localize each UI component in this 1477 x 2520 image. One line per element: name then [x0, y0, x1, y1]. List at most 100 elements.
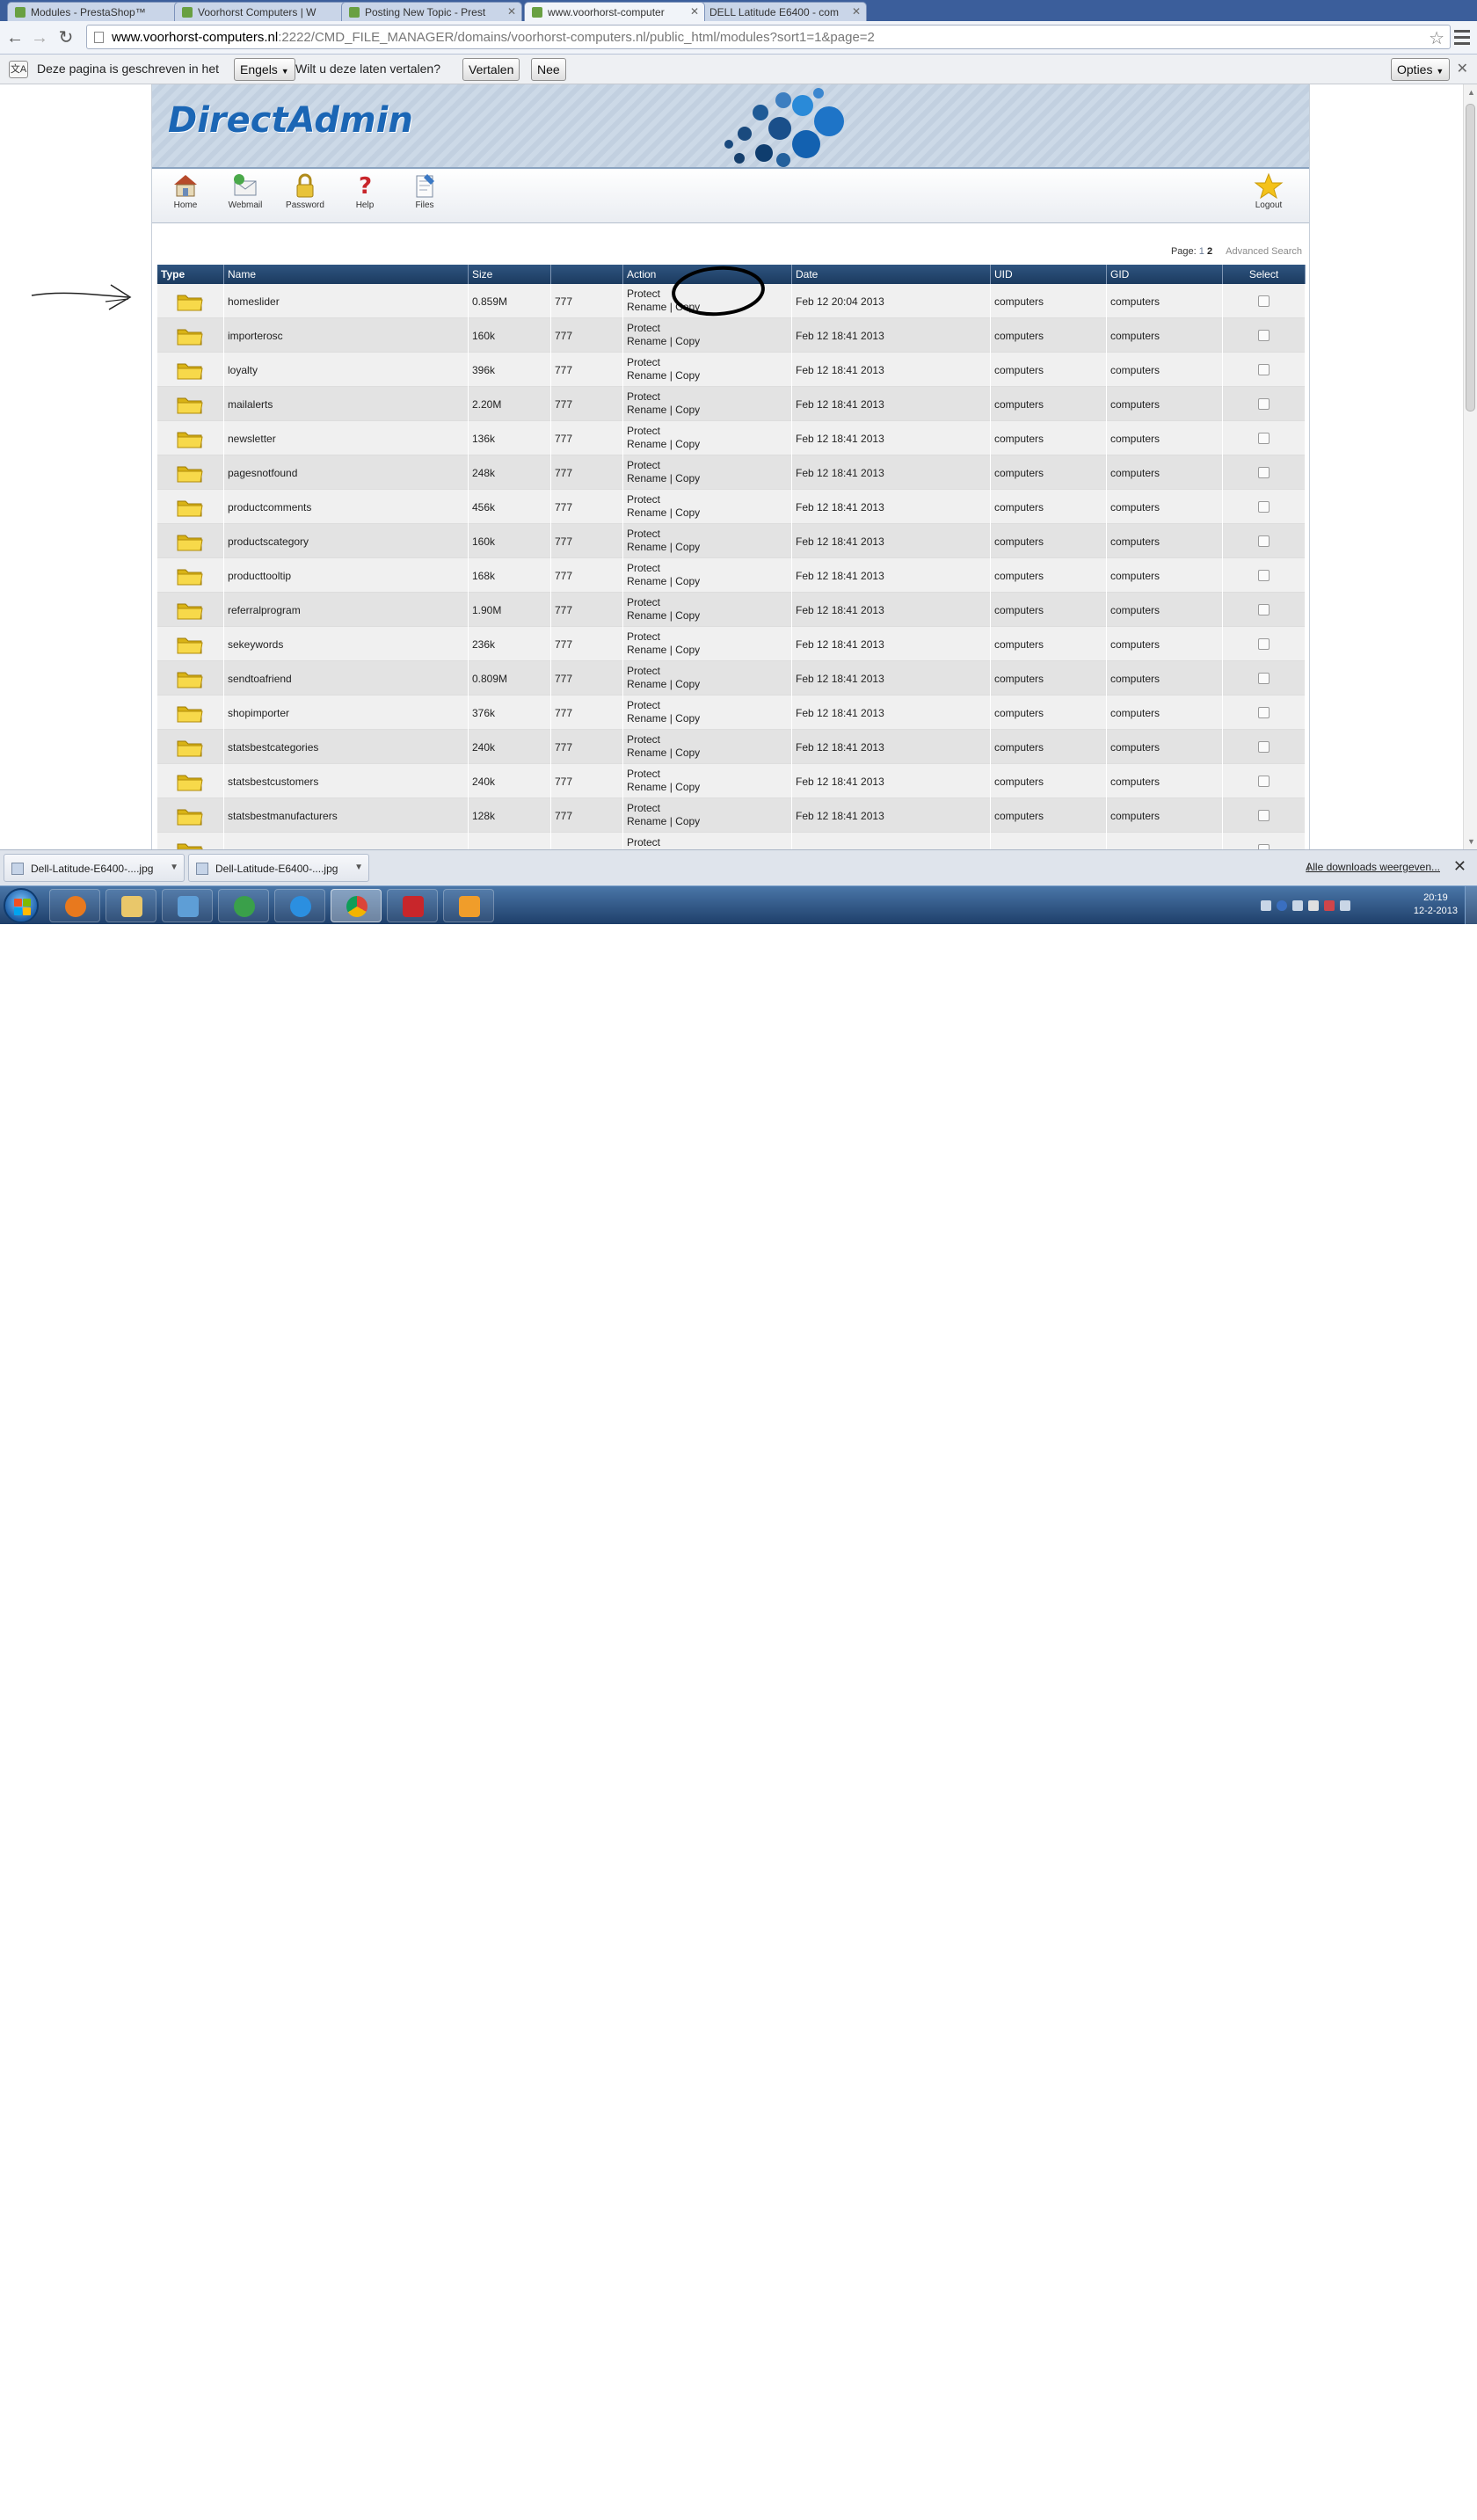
rename-link[interactable]: Rename: [627, 404, 666, 416]
table-row[interactable]: sendtoafriend 0.809M 777 Protect Rename | Co…: [157, 661, 1306, 696]
protect-link[interactable]: Protect: [627, 665, 660, 677]
taskbar-clock[interactable]: 20:19 12-2-2013: [1414, 892, 1458, 918]
scroll-thumb[interactable]: [1466, 104, 1475, 412]
permission-link[interactable]: 777: [555, 570, 572, 582]
show-desktop-button[interactable]: [1465, 886, 1477, 925]
protect-link[interactable]: Protect: [627, 356, 660, 368]
select-checkbox[interactable]: [1258, 295, 1270, 307]
rename-link[interactable]: Rename: [627, 438, 666, 450]
rename-link[interactable]: Rename: [627, 575, 666, 587]
column-header[interactable]: GID: [1107, 265, 1223, 284]
bookmark-star-icon[interactable]: ☆: [1429, 27, 1444, 49]
file-name-link[interactable]: mailalerts: [228, 398, 273, 411]
permission-link[interactable]: 777: [555, 535, 572, 548]
internet-explorer-icon[interactable]: [274, 889, 325, 922]
copy-link[interactable]: Copy: [675, 644, 700, 656]
outlook-icon[interactable]: [443, 889, 494, 922]
rename-link[interactable]: Rename: [627, 472, 666, 484]
tray-network-icon[interactable]: [1340, 900, 1350, 911]
browser-tab[interactable]: Modules - PrestaShop™✕: [7, 2, 188, 21]
select-checkbox[interactable]: [1258, 364, 1270, 375]
close-tab-icon[interactable]: ✕: [507, 5, 516, 18]
select-checkbox[interactable]: [1258, 570, 1270, 581]
browser-tab[interactable]: Voorhorst Computers | W✕: [174, 2, 355, 21]
protect-link[interactable]: Protect: [627, 493, 660, 506]
download-item[interactable]: Dell-Latitude-E6400-....jpg ▼: [4, 854, 185, 882]
file-name-link[interactable]: shopimporter: [228, 707, 289, 719]
table-row[interactable]: referralprogram 1.90M 777 Protect Rename | C…: [157, 593, 1306, 627]
file-name-link[interactable]: loyalty: [228, 364, 258, 376]
media-player-icon[interactable]: [49, 889, 100, 922]
table-row[interactable]: shopimporter 376k 777 Protect Rename | Copy F…: [157, 696, 1306, 730]
select-checkbox[interactable]: [1258, 741, 1270, 753]
file-name-link[interactable]: sendtoafriend: [228, 673, 292, 685]
copy-link[interactable]: Copy: [675, 472, 700, 484]
file-name-link[interactable]: pagesnotfound: [228, 467, 297, 479]
file-name-link[interactable]: productscategory: [228, 535, 309, 548]
permission-link[interactable]: 777: [555, 398, 572, 411]
table-row[interactable]: mailalerts 2.20M 777 Protect Rename | Copy Fe…: [157, 387, 1306, 421]
file-name-link[interactable]: productcomments: [228, 501, 311, 513]
permission-link[interactable]: 777: [555, 364, 572, 376]
permission-link[interactable]: 777: [555, 330, 572, 342]
nav-home[interactable]: Home: [159, 172, 212, 210]
no-translate-button[interactable]: Nee: [531, 58, 566, 81]
network-icon[interactable]: [162, 889, 213, 922]
file-name-link[interactable]: newsletter: [228, 433, 276, 445]
protect-link[interactable]: Protect: [627, 733, 660, 746]
permission-link[interactable]: 777: [555, 433, 572, 445]
start-button-icon[interactable]: [4, 888, 39, 923]
select-checkbox[interactable]: [1258, 501, 1270, 513]
select-checkbox[interactable]: [1258, 776, 1270, 787]
browser-tab[interactable]: www.voorhorst-computer ✕: [524, 2, 705, 21]
permission-link[interactable]: 777: [555, 673, 572, 685]
translate-button[interactable]: Vertalen: [462, 58, 520, 81]
copy-link[interactable]: Copy: [675, 678, 700, 690]
copy-link[interactable]: Copy: [675, 335, 700, 347]
protect-link[interactable]: Protect: [627, 528, 660, 540]
rename-link[interactable]: Rename: [627, 747, 666, 759]
table-row[interactable]: statsbestcategories 240k 777 Protect Rename …: [157, 730, 1306, 764]
select-checkbox[interactable]: [1258, 330, 1270, 341]
permission-link[interactable]: 777: [555, 295, 572, 308]
table-row[interactable]: sekeywords 236k 777 Protect Rename | Copy Feb…: [157, 627, 1306, 661]
copy-link[interactable]: Copy: [675, 438, 700, 450]
protect-link[interactable]: Protect: [627, 425, 660, 437]
dropdown-arrow-icon[interactable]: ▼: [354, 863, 363, 872]
nav-help[interactable]: ? Help: [338, 172, 391, 210]
table-row[interactable]: statsbestcustomers 240k 777 Protect Rename |…: [157, 764, 1306, 798]
scroll-up-icon[interactable]: ▲: [1467, 88, 1475, 97]
download-item[interactable]: Dell-Latitude-E6400-....jpg ▼: [188, 854, 369, 882]
file-name-link[interactable]: sekeywords: [228, 638, 283, 651]
rename-link[interactable]: Rename: [627, 541, 666, 553]
dropdown-arrow-icon[interactable]: ▼: [170, 863, 178, 872]
file-name-link[interactable]: referralprogram: [228, 604, 301, 616]
rename-link[interactable]: Rename: [627, 644, 666, 656]
rename-link[interactable]: Rename: [627, 506, 666, 519]
table-row[interactable]: statsbestmanufacturers 128k 777 Protect Rena…: [157, 798, 1306, 833]
rename-link[interactable]: Rename: [627, 335, 666, 347]
permission-link[interactable]: 777: [555, 638, 572, 651]
protect-link[interactable]: Protect: [627, 562, 660, 574]
table-row[interactable]: importerosc 160k 777 Protect Rename | Copy Fe…: [157, 318, 1306, 353]
protect-link[interactable]: Protect: [627, 630, 660, 643]
table-row[interactable]: loyalty 396k 777 Protect Rename | Copy Feb 12…: [157, 353, 1306, 387]
select-checkbox[interactable]: [1258, 604, 1270, 615]
copy-link[interactable]: Copy: [675, 609, 700, 622]
copy-link[interactable]: Copy: [675, 541, 700, 553]
column-header[interactable]: Date: [792, 265, 991, 284]
permission-link[interactable]: 777: [555, 604, 572, 616]
file-name-link[interactable]: producttooltip: [228, 570, 291, 582]
tray-keyboard-icon[interactable]: [1261, 900, 1271, 911]
column-header[interactable]: Size: [469, 265, 551, 284]
back-icon[interactable]: ←: [4, 26, 26, 49]
tray-volume-icon[interactable]: [1308, 900, 1319, 911]
copy-link[interactable]: Copy: [675, 781, 700, 793]
close-tab-icon[interactable]: ✕: [852, 5, 861, 18]
close-icon[interactable]: ✕: [1457, 60, 1468, 77]
acrobat-icon[interactable]: [387, 889, 438, 922]
tray-arrow-icon[interactable]: [1292, 900, 1303, 911]
address-bar[interactable]: www.voorhorst-computers.nl:2222/CMD_FILE…: [86, 25, 1451, 49]
protect-link[interactable]: Protect: [627, 699, 660, 711]
select-checkbox[interactable]: [1258, 673, 1270, 684]
